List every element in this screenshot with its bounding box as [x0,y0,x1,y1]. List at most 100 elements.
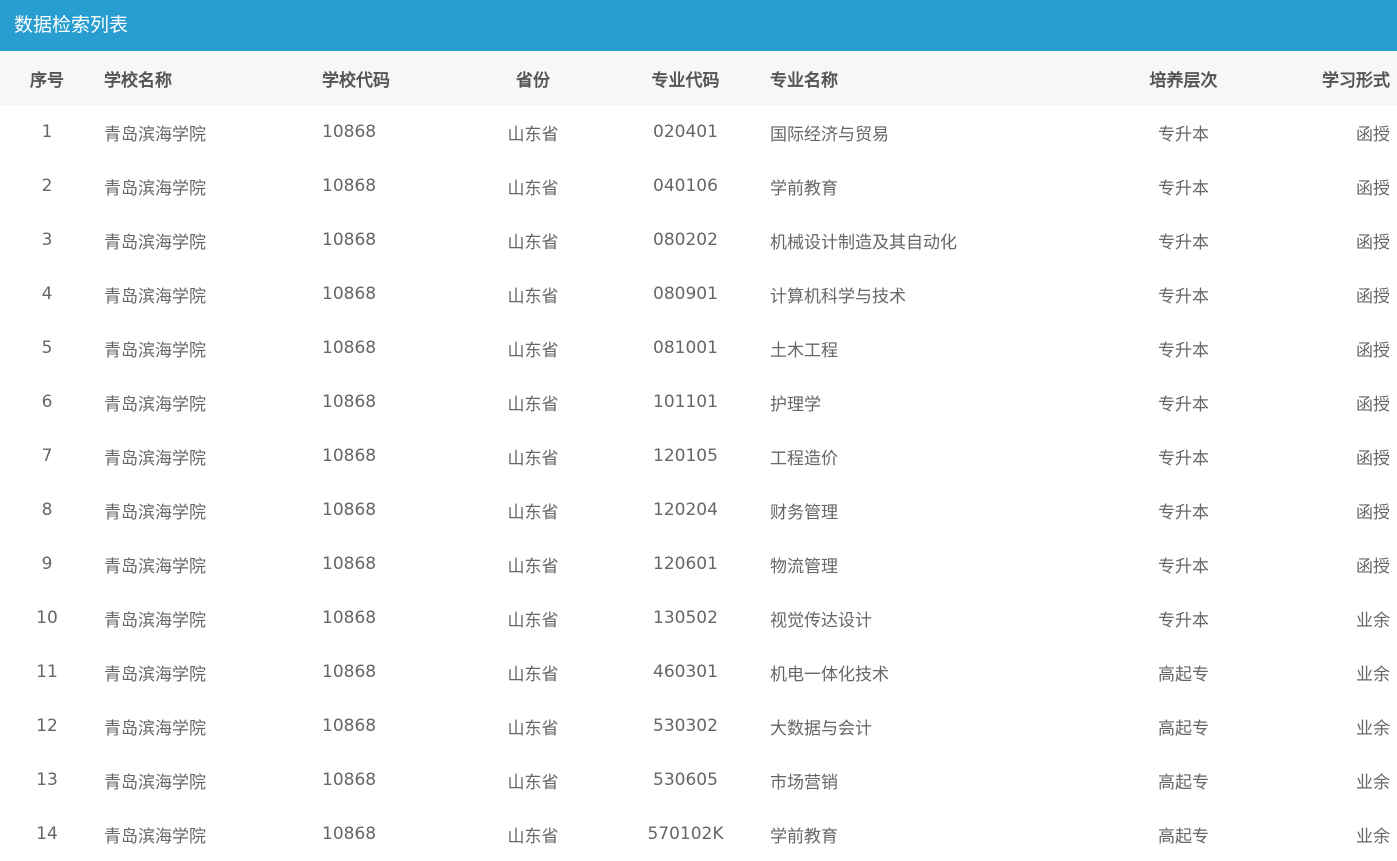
cell-level: 专升本 [1158,394,1209,415]
cell-province: 山东省 [507,664,559,685]
cell-index: 11 [36,662,58,682]
cell-school-code: 10868 [322,608,377,628]
cell-school-name: 青岛滨海学院 [104,178,206,199]
table-row: 11 青岛滨海学院 10868 山东省 460301 机电一体化技术 高起专 业余 [0,645,1397,699]
cell-major-code: 530605 [653,770,718,790]
cell-level: 专升本 [1158,340,1209,361]
table-row: 8 青岛滨海学院 10868 山东省 120204 财务管理 专升本 函授 [0,483,1397,537]
cell-level: 高起专 [1158,664,1209,685]
results-table: 序号 学校名称 学校代码 省份 专业代码 专业名称 培养层次 学习形式 1 青岛滨… [0,51,1397,861]
cell-major-name: 大数据与会计 [770,718,872,739]
cell-province: 山东省 [507,718,559,739]
table-header-row: 序号 学校名称 学校代码 省份 专业代码 专业名称 培养层次 学习形式 [0,51,1397,105]
cell-major-name: 机械设计制造及其自动化 [770,232,957,253]
cell-level: 专升本 [1158,232,1209,253]
cell-index: 14 [36,824,58,844]
table-row: 12 青岛滨海学院 10868 山东省 530302 大数据与会计 高起专 业余 [0,699,1397,753]
cell-province: 山东省 [507,394,559,415]
cell-study-form: 业余 [1356,610,1390,631]
cell-school-code: 10868 [322,338,377,358]
cell-index: 6 [41,392,53,412]
cell-province: 山东省 [507,124,559,145]
cell-major-name: 计算机科学与技术 [770,286,906,307]
cell-index: 10 [36,608,58,628]
cell-school-code: 10868 [322,230,377,250]
cell-index: 7 [41,446,53,466]
cell-index: 9 [41,554,53,574]
cell-major-name: 工程造价 [770,448,838,469]
cell-major-code: 040106 [653,176,718,196]
cell-school-code: 10868 [322,122,377,142]
cell-study-form: 业余 [1356,826,1390,847]
cell-province: 山东省 [507,826,559,847]
cell-study-form: 业余 [1356,718,1390,739]
cell-index: 4 [41,284,53,304]
cell-major-code: 080901 [653,284,718,304]
table-body: 1 青岛滨海学院 10868 山东省 020401 国际经济与贸易 专升本 函授 2 青岛滨海学院… [0,105,1397,861]
cell-index: 5 [41,338,53,358]
cell-level: 专升本 [1158,502,1209,523]
cell-school-code: 10868 [322,716,377,736]
cell-major-code: 120105 [653,446,718,466]
cell-school-code: 10868 [322,446,377,466]
header-index: 序号 [30,70,64,91]
table-row: 1 青岛滨海学院 10868 山东省 020401 国际经济与贸易 专升本 函授 [0,105,1397,159]
cell-study-form: 函授 [1356,502,1390,523]
cell-level: 高起专 [1158,772,1209,793]
table-row: 14 青岛滨海学院 10868 山东省 570102K 学前教育 高起专 业余 [0,807,1397,861]
cell-school-code: 10868 [322,500,377,520]
cell-school-name: 青岛滨海学院 [104,826,206,847]
cell-major-name: 学前教育 [770,826,838,847]
cell-level: 专升本 [1158,178,1209,199]
table-row: 5 青岛滨海学院 10868 山东省 081001 土木工程 专升本 函授 [0,321,1397,375]
cell-index: 12 [36,716,58,736]
cell-major-code: 080202 [653,230,718,250]
cell-major-name: 护理学 [770,394,821,415]
cell-school-name: 青岛滨海学院 [104,556,206,577]
cell-province: 山东省 [507,772,559,793]
cell-major-name: 物流管理 [770,556,838,577]
cell-study-form: 业余 [1356,664,1390,685]
table-row: 4 青岛滨海学院 10868 山东省 080901 计算机科学与技术 专升本 函授 [0,267,1397,321]
cell-index: 3 [41,230,53,250]
cell-level: 高起专 [1158,718,1209,739]
cell-study-form: 函授 [1356,556,1390,577]
cell-school-code: 10868 [322,176,377,196]
cell-study-form: 函授 [1356,286,1390,307]
cell-index: 2 [41,176,53,196]
table-row: 3 青岛滨海学院 10868 山东省 080202 机械设计制造及其自动化 专升本 函授 [0,213,1397,267]
cell-study-form: 函授 [1356,394,1390,415]
cell-major-name: 市场营销 [770,772,838,793]
cell-school-name: 青岛滨海学院 [104,718,206,739]
cell-study-form: 函授 [1356,124,1390,145]
header-major-name: 专业名称 [770,70,838,91]
cell-major-code: 020401 [653,122,718,142]
cell-level: 专升本 [1158,286,1209,307]
cell-province: 山东省 [507,178,559,199]
cell-major-name: 机电一体化技术 [770,664,889,685]
cell-school-name: 青岛滨海学院 [104,394,206,415]
cell-school-name: 青岛滨海学院 [104,772,206,793]
cell-index: 1 [41,122,53,142]
cell-school-code: 10868 [322,554,377,574]
cell-major-name: 财务管理 [770,502,838,523]
data-search-panel: 数据检索列表 序号 学校名称 学校代码 省份 专业代码 专业名称 培养层次 学习… [0,0,1397,858]
table-row: 10 青岛滨海学院 10868 山东省 130502 视觉传达设计 专升本 业余 [0,591,1397,645]
cell-level: 高起专 [1158,826,1209,847]
cell-index: 8 [41,500,53,520]
cell-level: 专升本 [1158,556,1209,577]
cell-major-code: 460301 [653,662,718,682]
cell-study-form: 函授 [1356,232,1390,253]
cell-major-name: 国际经济与贸易 [770,124,889,145]
cell-major-code: 081001 [653,338,718,358]
cell-study-form: 函授 [1356,178,1390,199]
header-school-code: 学校代码 [322,70,390,91]
cell-school-code: 10868 [322,284,377,304]
cell-major-code: 101101 [653,392,718,412]
cell-province: 山东省 [507,610,559,631]
table-row: 6 青岛滨海学院 10868 山东省 101101 护理学 专升本 函授 [0,375,1397,429]
cell-school-name: 青岛滨海学院 [104,232,206,253]
cell-major-name: 视觉传达设计 [770,610,872,631]
header-province: 省份 [516,70,550,91]
cell-level: 专升本 [1158,610,1209,631]
